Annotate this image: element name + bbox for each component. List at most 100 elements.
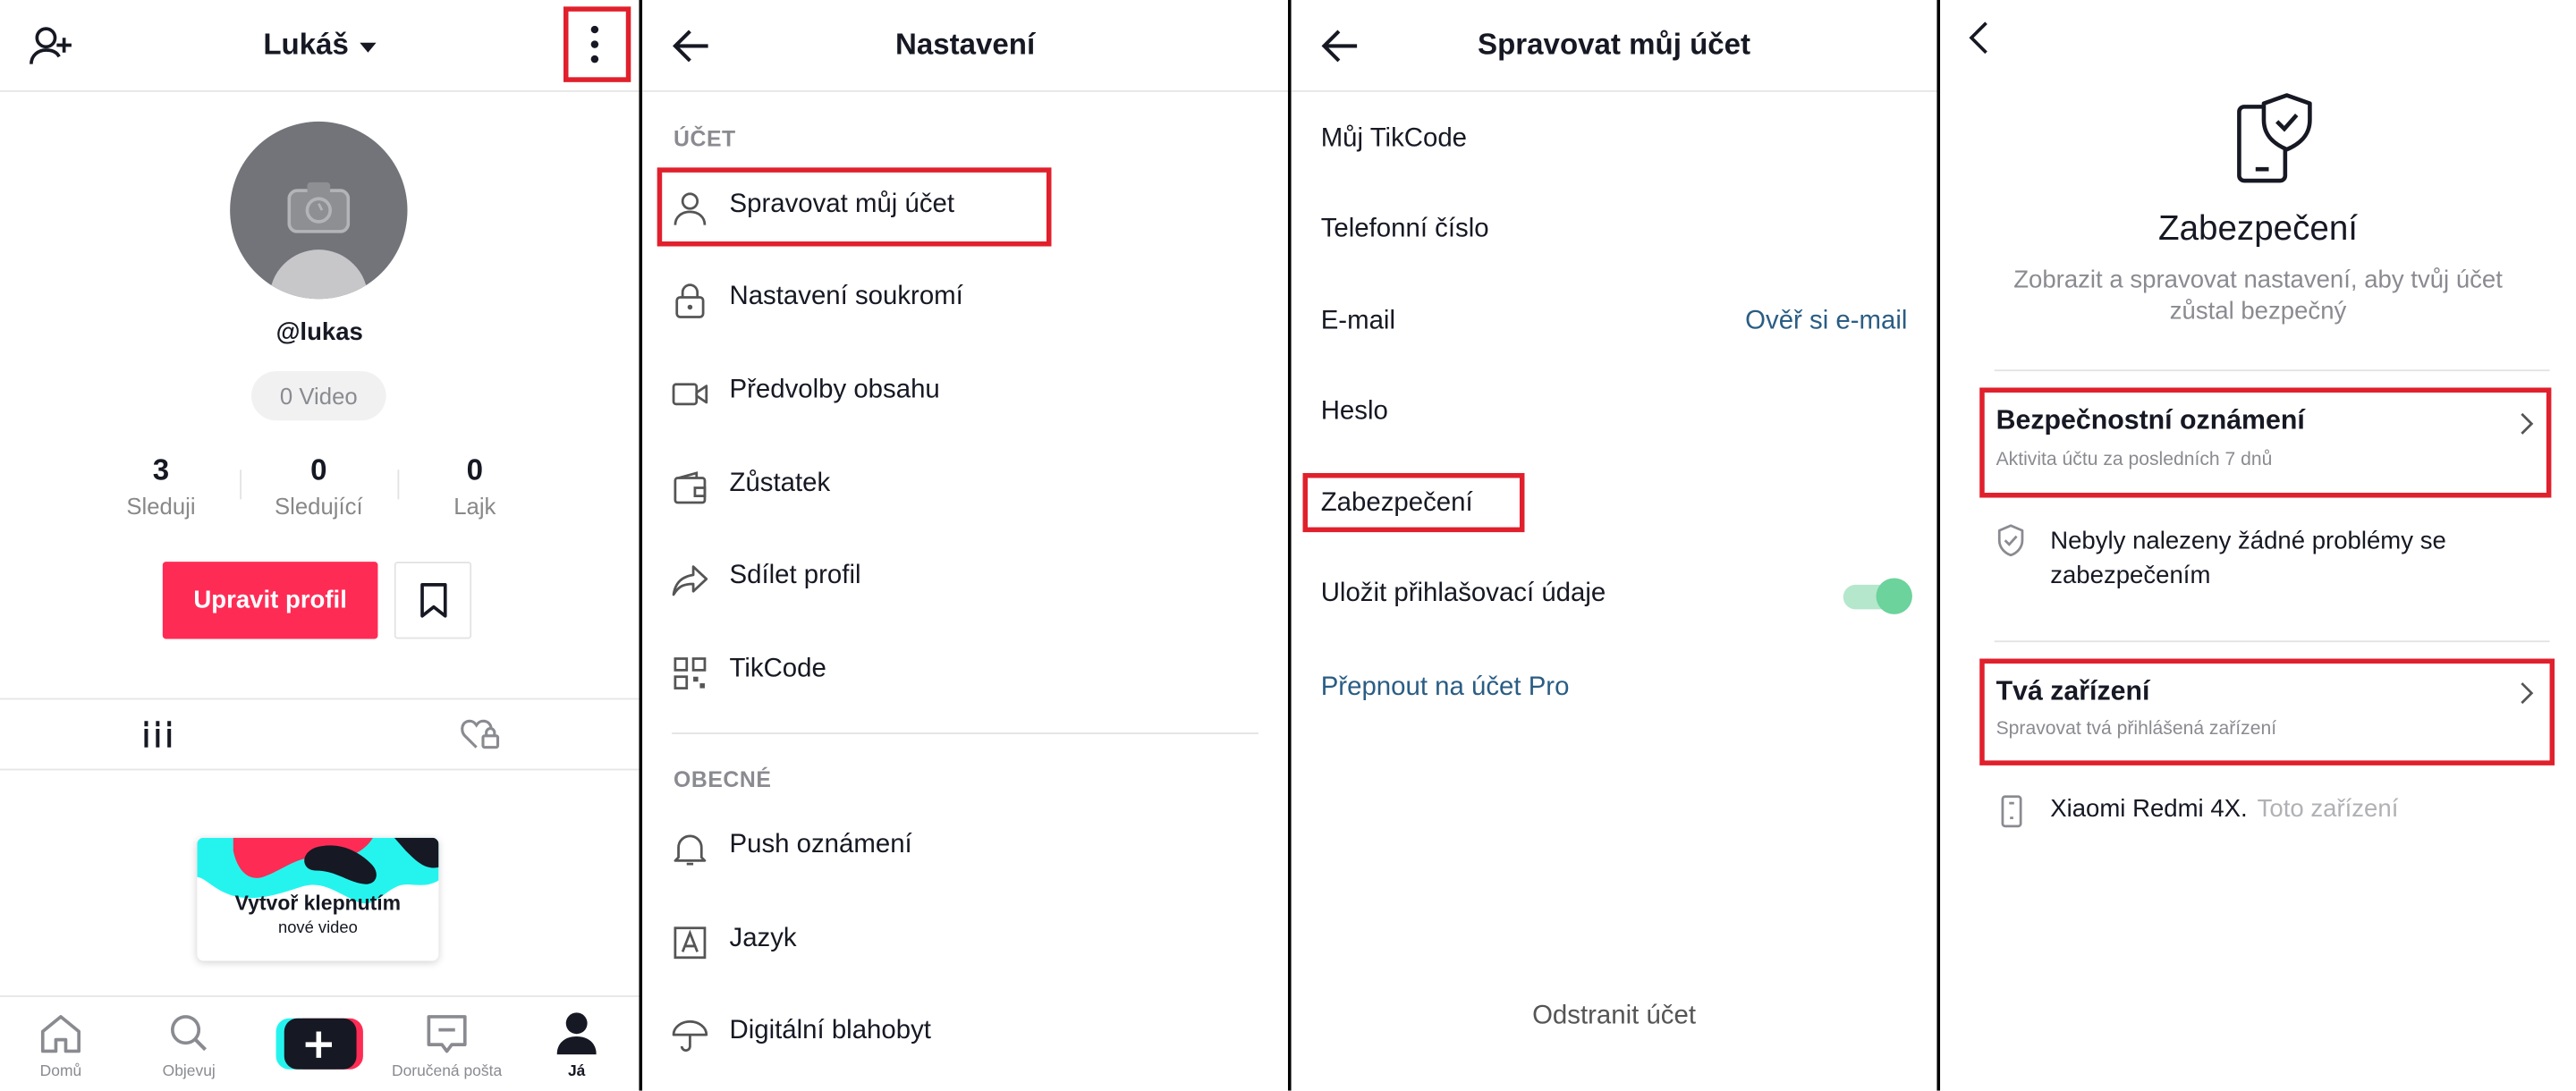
followers-label: Sledující [274, 493, 363, 520]
menu-language[interactable]: Jazyk [642, 909, 1288, 974]
device-name: Xiaomi Redmi 4X. [2050, 794, 2248, 824]
nav-me-label: Já [567, 1062, 586, 1081]
liked-tab[interactable] [318, 699, 639, 768]
profile-handle: @lukas [275, 318, 363, 347]
heart-lock-icon [461, 719, 500, 749]
menu-label: Spravovat můj účet [729, 190, 955, 219]
device-item: Xiaomi Redmi 4X. Toto zařízení [1940, 790, 2576, 833]
lock-icon [675, 283, 705, 318]
menu-share-profile[interactable]: Sdílet profil [642, 546, 1288, 611]
no-problems-text: Nebyly nalezeny žádné problémy se zabezp… [2050, 527, 2446, 590]
row-phone-number[interactable]: Telefonní číslo [1321, 216, 1489, 245]
nav-home-label: Domů [39, 1062, 82, 1081]
likes-count[interactable]: 0 [426, 453, 524, 488]
chevron-down-icon [359, 42, 377, 53]
back-chevron-icon[interactable] [1967, 20, 1993, 55]
page-title: Nastavení [894, 28, 1036, 61]
profile-panel: Lukáš @lukas 0 Video 3 Sleduji 0 Sledují… [0, 0, 640, 1091]
alerts-title: Bezpečnostní oznámení [1996, 405, 2305, 436]
search-icon [171, 1015, 208, 1052]
menu-label: Předvolby obsahu [729, 376, 940, 404]
menu-label: Push oznámení [729, 831, 912, 859]
shield-check-icon [1997, 524, 2024, 557]
more-options-icon[interactable] [567, 10, 630, 79]
verify-email-link[interactable]: Ověř si e-mail [1745, 307, 1907, 336]
following-label: Sleduji [126, 493, 196, 520]
bookmark-icon [420, 583, 447, 618]
share-icon [672, 565, 708, 596]
save-login-toggle[interactable] [1843, 578, 1912, 614]
security-panel: Zabezpečení Zobrazit a spravovat nastave… [1940, 0, 2576, 1091]
page-title: Spravovat můj účet [1478, 28, 1751, 61]
menu-balance[interactable]: Zůstatek [642, 453, 1288, 519]
device-note: Toto zařízení [2257, 794, 2399, 824]
qr-code-icon [674, 657, 707, 689]
following-count[interactable]: 3 [112, 453, 210, 488]
bell-icon [674, 834, 707, 866]
section-account-heading: ÚČET [674, 126, 736, 151]
avatar[interactable] [230, 121, 408, 300]
edit-profile-button[interactable]: Upravit profil [162, 562, 378, 639]
no-problems-notice: Nebyly nalezeny žádné problémy se zabezp… [1940, 519, 2576, 597]
account-switcher[interactable]: Lukáš [0, 28, 639, 63]
section-general-heading: OBECNÉ [674, 766, 772, 792]
security-subtitle: Zobrazit a spravovat nastavení, aby tvůj… [2013, 266, 2503, 326]
grid-icon [142, 721, 173, 748]
menu-digital-wellbeing[interactable]: Digitální blahobyt [642, 1001, 1288, 1066]
menu-label: TikCode [729, 655, 826, 684]
card-subtitle: nové video [277, 919, 358, 938]
phone-icon [2001, 795, 2022, 828]
menu-privacy[interactable]: Nastavení soukromí [642, 266, 1288, 332]
security-title: Zabezpečení [2158, 210, 2359, 249]
nav-inbox[interactable]: Doručená pošta [381, 997, 513, 1091]
row-tikcode[interactable]: Můj TikCode [1321, 125, 1467, 155]
row-security[interactable]: Zabezpečení [1321, 489, 1473, 519]
umbrella-icon [672, 1020, 708, 1052]
row-password[interactable]: Heslo [1321, 397, 1388, 427]
home-icon [40, 1015, 80, 1053]
nav-me[interactable]: Já [518, 997, 640, 1091]
chevron-right-icon [2521, 412, 2534, 435]
likes-label: Lajk [453, 493, 496, 520]
settings-panel: Nastavení ÚČET Spravovat můj účet Nastav… [642, 0, 1288, 1091]
alerts-subtitle: Aktivita účtu za posledních 7 dnů [1996, 450, 2273, 470]
your-devices-row[interactable]: Tvá zařízení Spravovat tvá přihlášená za… [1979, 662, 2546, 764]
followers-count[interactable]: 0 [269, 453, 368, 488]
menu-label: Zůstatek [729, 469, 831, 498]
video-camera-icon [672, 383, 708, 406]
create-video-card[interactable]: Vytvoř klepnutím nové video [197, 837, 439, 961]
switch-pro-link[interactable]: Přepnout na účet Pro [1321, 673, 1570, 703]
menu-manage-account[interactable]: Spravovat můj účet [642, 174, 1288, 240]
menu-label: Digitální blahobyt [729, 1016, 931, 1045]
devices-title: Tvá zařízení [1996, 676, 2150, 706]
camera-icon [287, 182, 351, 233]
delete-account-button[interactable]: Odstranit účet [1292, 1002, 1937, 1031]
chevron-right-icon [2521, 682, 2534, 705]
manage-account-panel: Spravovat můj účet Můj TikCode Telefonní… [1291, 0, 1937, 1091]
nav-inbox-label: Doručená pošta [391, 1062, 503, 1081]
menu-label: Nastavení soukromí [729, 282, 963, 311]
devices-subtitle: Spravovat tvá přihlášená zařízení [1996, 719, 2277, 740]
section-divider [672, 732, 1258, 735]
menu-label: Sdílet profil [729, 562, 861, 590]
videos-tab[interactable] [0, 699, 318, 768]
phone-shield-icon [2234, 92, 2317, 184]
nav-discover[interactable]: Objevuj [125, 997, 253, 1091]
nav-home[interactable]: Domů [0, 997, 122, 1091]
menu-tikcode[interactable]: TikCode [642, 639, 1288, 704]
person-icon [674, 192, 707, 225]
security-alerts-row[interactable]: Bezpečnostní oznámení Aktivita účtu za p… [1979, 391, 2546, 496]
nav-discover-label: Objevuj [162, 1062, 216, 1081]
language-icon [674, 926, 707, 960]
menu-content-preferences[interactable]: Předvolby obsahu [642, 359, 1288, 425]
menu-push-notifications[interactable]: Push oznámení [642, 815, 1288, 880]
bookmark-button[interactable] [394, 562, 472, 639]
row-save-login: Uložit přihlašovací údaje [1320, 579, 1606, 608]
card-title: Vytvoř klepnutím [234, 892, 402, 916]
wallet-icon [674, 471, 707, 504]
inbox-icon [427, 1015, 467, 1053]
create-button[interactable] [275, 1018, 363, 1070]
row-email[interactable]: E-mail [1321, 307, 1395, 336]
profile-title: Lukáš [263, 28, 349, 61]
menu-label: Jazyk [729, 925, 797, 953]
